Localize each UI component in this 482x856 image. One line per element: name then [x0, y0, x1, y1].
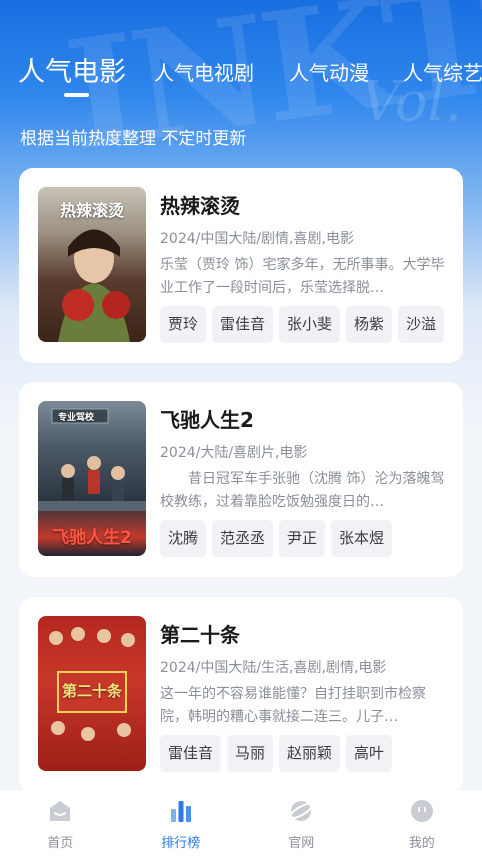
- nav-label: 我的: [408, 836, 435, 851]
- poster-title: 飞驰人生2: [52, 528, 132, 548]
- active-tab-indicator: [64, 93, 89, 97]
- nav-label: 首页: [47, 836, 74, 851]
- home-icon: [50, 801, 71, 821]
- movie-card[interactable]: 第二十条 第二十条 2024/中国大陆/生活,喜剧,剧情,电影 这一年的不容易谁…: [19, 597, 463, 792]
- profile-icon: [410, 800, 433, 822]
- cast-tag[interactable]: 雷佳音: [160, 735, 222, 772]
- page-subtitle: 根据当前热度整理 不定时更新: [20, 129, 247, 149]
- movie-description: 昔日冠军车手张驰（沈腾 饰）沦为落魄驾校教练，过着靠脸吃饭勉强度日的…: [160, 471, 445, 510]
- movie-poster: 第二十条: [38, 616, 146, 771]
- movie-title: 飞驰人生2: [160, 408, 254, 432]
- tab-popular-anime[interactable]: 人气动漫: [289, 57, 369, 86]
- poster-sign: 专业驾校: [58, 413, 95, 423]
- cast-tag[interactable]: 马丽: [227, 735, 274, 772]
- cast-tag[interactable]: 高叶: [346, 735, 393, 772]
- movie-card[interactable]: 专业驾校 飞驰人生2 飞驰人生2 2024/大陆/喜剧片,电影 昔日冠军车手张驰…: [19, 382, 463, 577]
- tab-popular-movies[interactable]: 人气电影: [18, 50, 126, 89]
- nav-item-profile[interactable]: 我的: [362, 790, 482, 856]
- poster-title: 热辣滚烫: [59, 201, 124, 220]
- movie-meta: 2024/中国大陆/生活,喜剧,剧情,电影: [160, 660, 387, 676]
- cast-tag[interactable]: 张本煜: [331, 520, 393, 557]
- category-tabs: 人气电影 人气电视剧 人气动漫 人气综艺: [0, 46, 482, 106]
- tab-popular-tv[interactable]: 人气电视剧: [154, 57, 254, 86]
- movie-title: 第二十条: [160, 623, 240, 647]
- movie-poster: 专业驾校 飞驰人生2: [38, 401, 146, 556]
- movie-card[interactable]: 热辣滚烫 热辣滚烫 2024/中国大陆/剧情,喜剧,电影 乐莹（贾玲 饰）宅家多…: [19, 168, 463, 363]
- movie-meta: 2024/大陆/喜剧片,电影: [160, 445, 308, 461]
- cast-tag[interactable]: 沈腾: [160, 520, 207, 557]
- planet-icon: [288, 801, 314, 821]
- bottom-navigation: 首页 排行榜 官网 我的: [0, 790, 482, 856]
- movie-meta: 2024/中国大陆/剧情,喜剧,电影: [160, 231, 354, 247]
- nav-item-official-site[interactable]: 官网: [241, 790, 362, 856]
- movie-description: 乐莹（贾玲 饰）宅家多年，无所事事。大学毕业工作了一段时间后，乐莹选择脱…: [160, 257, 445, 296]
- movie-description: 这一年的不容易谁能懂？自打挂职到市检察院，韩明的糟心事就接二连三。儿子…: [160, 686, 426, 725]
- cast-tag[interactable]: 雷佳音: [212, 306, 274, 343]
- cast-tag[interactable]: 尹正: [279, 520, 326, 557]
- cast-tag[interactable]: 张小斐: [279, 306, 341, 343]
- cast-tag[interactable]: 范丞丞: [212, 520, 274, 557]
- nav-label: 官网: [288, 836, 315, 851]
- cast-tags: 雷佳音 马丽 赵丽颖 高叶: [160, 735, 393, 772]
- cast-tag[interactable]: 赵丽颖: [279, 735, 341, 772]
- poster-title: 第二十条: [61, 682, 122, 700]
- movie-poster: 热辣滚烫: [38, 187, 146, 342]
- cast-tags: 沈腾 范丞丞 尹正 张本煜: [160, 520, 393, 557]
- cast-tags: 贾玲 雷佳音 张小斐 杨紫 沙溢: [160, 306, 445, 343]
- nav-item-home[interactable]: 首页: [0, 790, 121, 856]
- ranking-icon: [170, 801, 191, 822]
- movie-title: 热辣滚烫: [160, 194, 240, 218]
- cast-tag[interactable]: 杨紫: [346, 306, 393, 343]
- nav-label: 排行榜: [161, 836, 201, 851]
- cast-tag[interactable]: 贾玲: [160, 306, 207, 343]
- cast-tag[interactable]: 沙溢: [398, 306, 445, 343]
- tab-popular-variety[interactable]: 人气综艺: [403, 57, 482, 86]
- nav-item-ranking[interactable]: 排行榜: [121, 790, 242, 856]
